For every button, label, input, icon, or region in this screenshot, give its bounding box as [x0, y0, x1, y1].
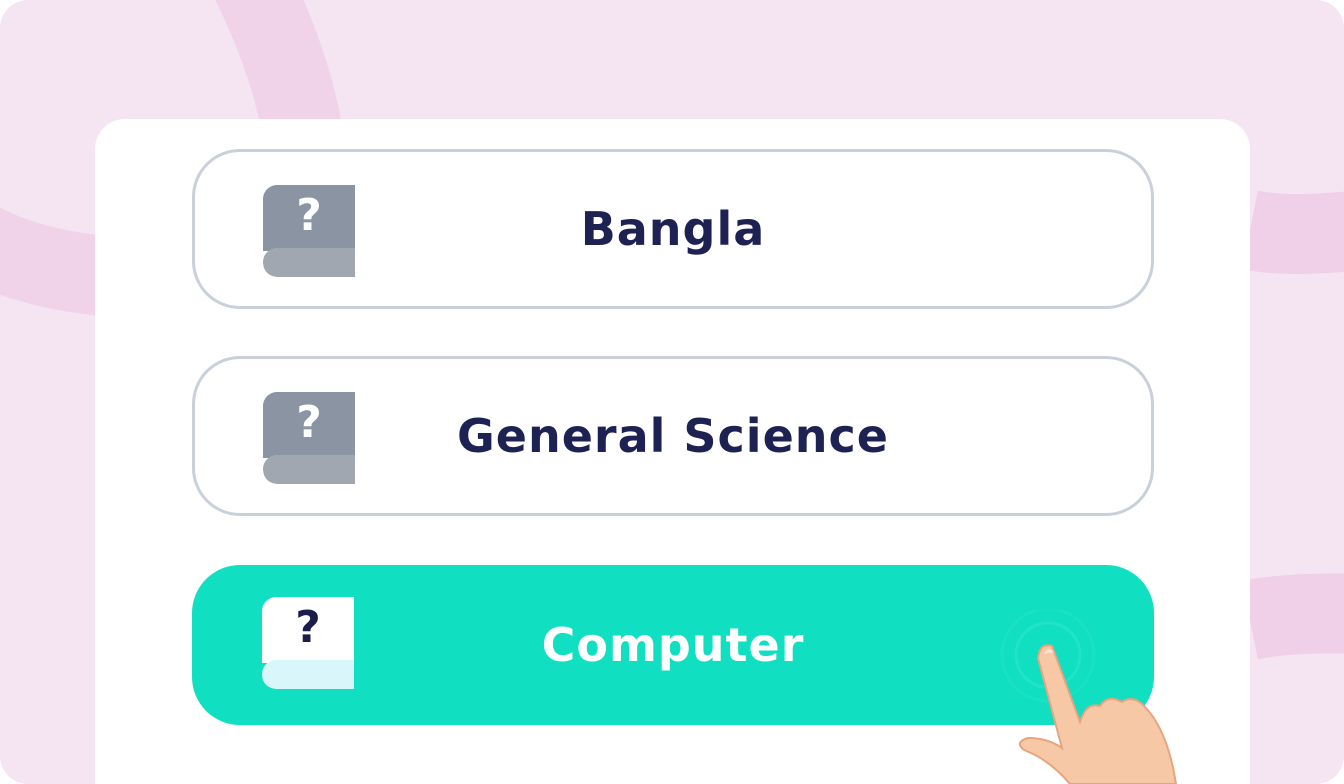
option-bangla[interactable]: ? Bangla — [192, 149, 1154, 309]
option-computer[interactable]: ? Computer — [192, 565, 1154, 725]
option-general-science[interactable]: ? General Science — [192, 356, 1154, 516]
option-label: General Science — [457, 409, 889, 463]
option-label: Bangla — [580, 202, 766, 256]
option-label: Computer — [541, 618, 805, 672]
